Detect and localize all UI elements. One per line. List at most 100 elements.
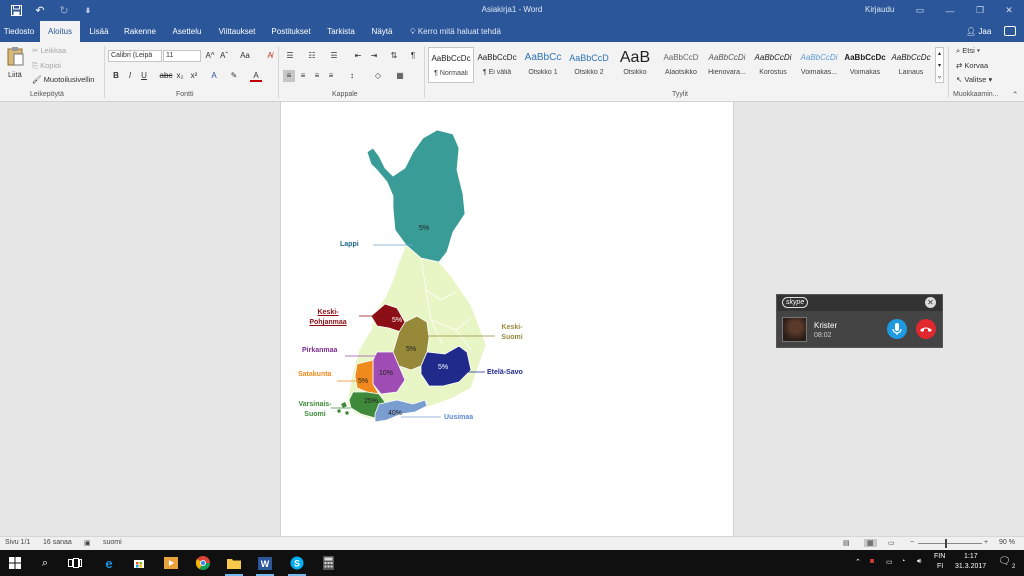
bullets-icon[interactable]: ☰ <box>284 50 296 62</box>
style-heading-2[interactable]: AaBbCcD Otsikko 2 <box>566 47 612 83</box>
shrink-font-button[interactable]: Aˇ <box>218 50 230 62</box>
clock-time[interactable]: 1:17 <box>964 553 978 560</box>
style-subtitle[interactable]: AaBbCcD Alaotsikko <box>658 47 704 83</box>
word-count[interactable]: 16 sanaa <box>43 539 72 546</box>
style-normal[interactable]: AaBbCcDc ¶ Normaali <box>428 47 474 83</box>
tab-mailings[interactable]: Postitukset <box>266 21 316 42</box>
tab-review[interactable]: Tarkista <box>322 21 360 42</box>
tab-layout[interactable]: Asettelu <box>166 21 208 42</box>
search-icon[interactable]: ⌕ <box>34 553 56 573</box>
close-icon[interactable]: ✕ <box>925 297 936 308</box>
style-title[interactable]: AaB Otsikko <box>612 47 658 83</box>
tab-insert[interactable]: Lisää <box>84 21 114 42</box>
language-indicator[interactable]: suomi <box>103 539 122 546</box>
battery-icon[interactable]: ▭ <box>886 558 893 566</box>
zoom-slider[interactable] <box>918 543 982 544</box>
align-right-icon[interactable]: ≡ <box>311 70 323 82</box>
ribbon-display-options-icon[interactable]: ▭ <box>905 0 935 21</box>
sort-icon[interactable]: ⇅ <box>388 50 400 62</box>
read-mode-icon[interactable]: ▤ <box>843 539 850 547</box>
web-layout-icon[interactable]: ▭ <box>888 539 895 547</box>
tell-me-search[interactable]: 💡︎ Kerro mitä haluat tehdä <box>410 21 501 42</box>
style-intense-emphasis[interactable]: AaBbCcDi Voimakas... <box>796 47 842 83</box>
font-color-button[interactable]: A <box>250 70 262 82</box>
tab-home[interactable]: Aloitus <box>40 21 80 42</box>
style-no-spacing[interactable]: AaBbCcDc ¶ Ei väliä <box>474 47 520 83</box>
styles-gallery-scroll[interactable]: ▴ ▾ ▿ <box>935 47 944 83</box>
align-center-icon[interactable]: ≡ <box>297 70 309 82</box>
zoom-slider-thumb[interactable] <box>945 539 947 548</box>
minimize-icon[interactable]: — <box>935 0 965 21</box>
windows-start-icon[interactable] <box>4 553 26 573</box>
style-strong[interactable]: AaBbCcDc Voimakas <box>842 47 888 83</box>
paste-button[interactable]: Liitä <box>6 46 26 86</box>
media-player-icon[interactable] <box>160 553 182 573</box>
share-button[interactable]: 👤︎ Jaa <box>966 21 991 42</box>
style-subtle-emphasis[interactable]: AaBbCcDi Hienovara... <box>704 47 750 83</box>
tab-design[interactable]: Rakenne <box>120 21 160 42</box>
select-button[interactable]: ↖ Valitse ▾ <box>956 75 992 84</box>
text-effects-button[interactable]: A <box>208 70 220 82</box>
format-painter-button[interactable]: 🖌︎ Muotoilusivellin <box>32 75 94 84</box>
zoom-level[interactable]: 90 % <box>999 539 1015 546</box>
clear-formatting-icon[interactable]: A̸ <box>264 50 276 62</box>
mute-microphone-icon[interactable] <box>887 319 907 339</box>
task-view-icon[interactable] <box>64 553 86 573</box>
document-page[interactable]: 5% 5% 5% 10% 5% 5% 25% 40% Lappi Keski- P… <box>280 102 734 536</box>
proofing-icon[interactable]: ▣ <box>84 539 91 547</box>
clock-date[interactable]: 31.3.2017 <box>955 563 986 570</box>
change-case-button[interactable]: Aa <box>236 50 254 62</box>
print-layout-icon[interactable]: ▦ <box>864 539 877 547</box>
edge-browser-icon[interactable]: e <box>98 553 120 573</box>
style-quote[interactable]: AaBbCcDc Lainaus <box>888 47 934 83</box>
grow-font-button[interactable]: A^ <box>204 50 216 62</box>
zoom-out-button[interactable]: − <box>910 539 914 546</box>
style-emphasis[interactable]: AaBbCcDi Korostus <box>750 47 796 83</box>
numbering-icon[interactable]: ☷ <box>306 50 318 62</box>
collapse-ribbon-icon[interactable]: ⌃ <box>1012 90 1018 99</box>
strikethrough-button[interactable]: abc <box>158 70 174 82</box>
superscript-button[interactable]: x² <box>188 70 200 82</box>
input-language-secondary[interactable]: FI <box>937 563 943 570</box>
zoom-in-button[interactable]: + <box>984 539 988 546</box>
network-icon[interactable]: ◔ <box>901 558 905 565</box>
italic-button[interactable]: I <box>124 70 136 82</box>
underline-button[interactable]: U <box>138 70 150 82</box>
tab-references[interactable]: Viittaukset <box>214 21 260 42</box>
notification-center-icon[interactable]: 🗨︎ <box>998 556 1011 567</box>
store-icon[interactable] <box>128 553 150 573</box>
increase-indent-icon[interactable]: ⇥ <box>368 50 380 62</box>
shading-icon[interactable]: ◇ <box>372 70 384 82</box>
copy-button[interactable]: ⎘ Kopioi <box>32 61 61 71</box>
skype-call-window[interactable]: skype ✕ Krister 08:02 <box>776 294 943 348</box>
line-spacing-icon[interactable]: ↕ <box>346 70 358 82</box>
bold-button[interactable]: B <box>110 70 122 82</box>
calculator-icon[interactable] <box>317 553 339 573</box>
tab-file[interactable]: Tiedosto <box>0 21 38 42</box>
decrease-indent-icon[interactable]: ⇤ <box>352 50 364 62</box>
show-hidden-icons[interactable]: ⌃ <box>855 558 861 566</box>
restore-icon[interactable]: ❐ <box>965 0 995 21</box>
multilevel-list-icon[interactable]: ☰ <box>328 50 340 62</box>
justify-icon[interactable]: ≡ <box>325 70 337 82</box>
replace-button[interactable]: ⇄ Korvaa <box>956 61 988 70</box>
font-family-combo[interactable]: Calibri (Leipä <box>108 50 162 62</box>
signin-link[interactable]: Kirjaudu <box>865 5 894 14</box>
tab-view[interactable]: Näytä <box>366 21 398 42</box>
comments-icon[interactable] <box>1004 26 1016 36</box>
close-icon[interactable]: ✕ <box>994 0 1024 21</box>
align-left-icon[interactable]: ≡ <box>283 70 295 82</box>
security-icon[interactable]: ◙ <box>870 558 874 565</box>
volume-icon[interactable]: 🔊︎ <box>917 558 921 566</box>
chrome-icon[interactable] <box>192 553 214 573</box>
subscript-button[interactable]: x₂ <box>174 70 186 82</box>
end-call-icon[interactable] <box>916 319 936 339</box>
cut-button[interactable]: ✂ Leikkaa <box>32 46 66 55</box>
borders-icon[interactable]: ▦ <box>394 70 406 82</box>
skype-icon[interactable]: S <box>286 553 308 576</box>
show-formatting-button[interactable]: ¶ <box>407 50 419 62</box>
page-count[interactable]: Sivu 1/1 <box>5 539 30 546</box>
input-language[interactable]: FIN <box>934 553 945 560</box>
style-heading-1[interactable]: AaBbCc Otsikko 1 <box>520 47 566 83</box>
word-icon[interactable]: W <box>254 553 276 576</box>
